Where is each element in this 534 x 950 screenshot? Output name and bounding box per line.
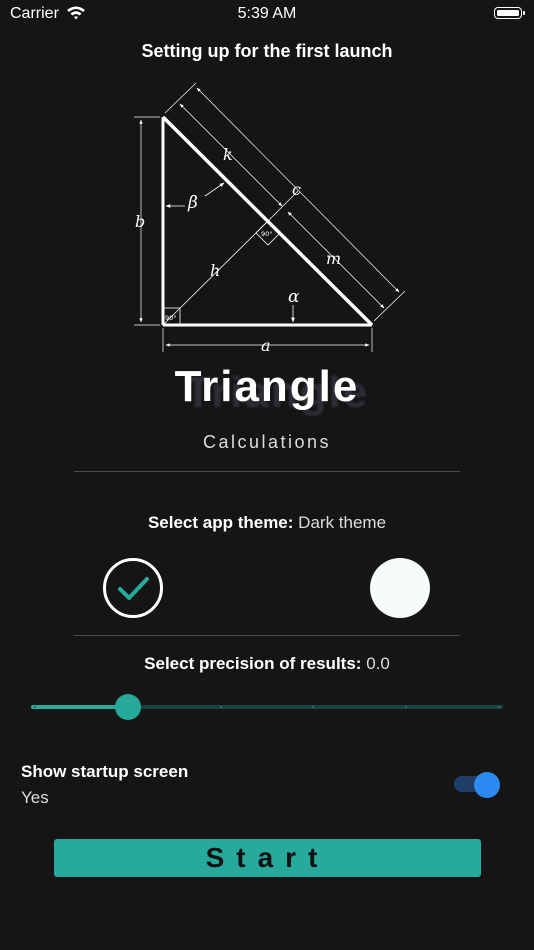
check-icon bbox=[118, 577, 149, 600]
label-m: m bbox=[326, 249, 341, 268]
label-a: a bbox=[261, 336, 271, 355]
divider-middle bbox=[74, 635, 460, 636]
slider-fill bbox=[31, 705, 128, 709]
label-beta: β bbox=[187, 193, 198, 213]
label-alpha: α bbox=[288, 287, 300, 307]
slider-thumb[interactable] bbox=[114, 694, 141, 720]
status-bar: Carrier 5:39 AM bbox=[0, 0, 534, 28]
precision-label: Select precision of results: bbox=[144, 654, 362, 673]
theme-label: Select app theme: bbox=[147, 513, 294, 532]
setup-title: Setting up for the first launch bbox=[141, 41, 393, 61]
app-title-text: Triangle bbox=[174, 362, 360, 411]
precision-row: Select precision of results: 0.0 bbox=[0, 654, 534, 674]
divider-top bbox=[74, 471, 460, 472]
app-subtitle: Calculations bbox=[202, 432, 332, 452]
slider-tick bbox=[312, 706, 315, 708]
label-right-angle-base: 90° bbox=[165, 314, 177, 322]
toggle-knob bbox=[474, 772, 500, 798]
label-k: k bbox=[223, 145, 233, 164]
label-c: c bbox=[292, 180, 301, 199]
battery-icon bbox=[494, 7, 525, 19]
startup-screen-toggle[interactable] bbox=[454, 772, 500, 798]
label-b: b bbox=[135, 212, 145, 231]
startup-screen-value: Yes bbox=[21, 788, 49, 807]
slider-tick bbox=[219, 706, 222, 708]
theme-option-light[interactable] bbox=[370, 558, 430, 618]
app-title: Triangle Triangle bbox=[0, 362, 534, 422]
slider-tick bbox=[498, 706, 500, 708]
startup-screen-label: Show startup screen bbox=[21, 762, 189, 781]
theme-row: Select app theme: Dark theme bbox=[0, 513, 534, 533]
precision-value: 0.0 bbox=[366, 654, 390, 673]
theme-value: Dark theme bbox=[298, 513, 387, 532]
triangle-diagram: b a c k m h β α 90° 90° bbox=[134, 82, 406, 355]
start-button[interactable]: Start bbox=[54, 839, 481, 877]
status-time: 5:39 AM bbox=[237, 5, 297, 22]
theme-option-dark[interactable] bbox=[103, 558, 163, 618]
precision-slider[interactable] bbox=[31, 694, 503, 720]
slider-tick bbox=[34, 706, 36, 708]
label-h: h bbox=[210, 261, 220, 280]
slider-tick bbox=[405, 706, 408, 708]
label-right-angle-height: 90° bbox=[261, 230, 273, 238]
